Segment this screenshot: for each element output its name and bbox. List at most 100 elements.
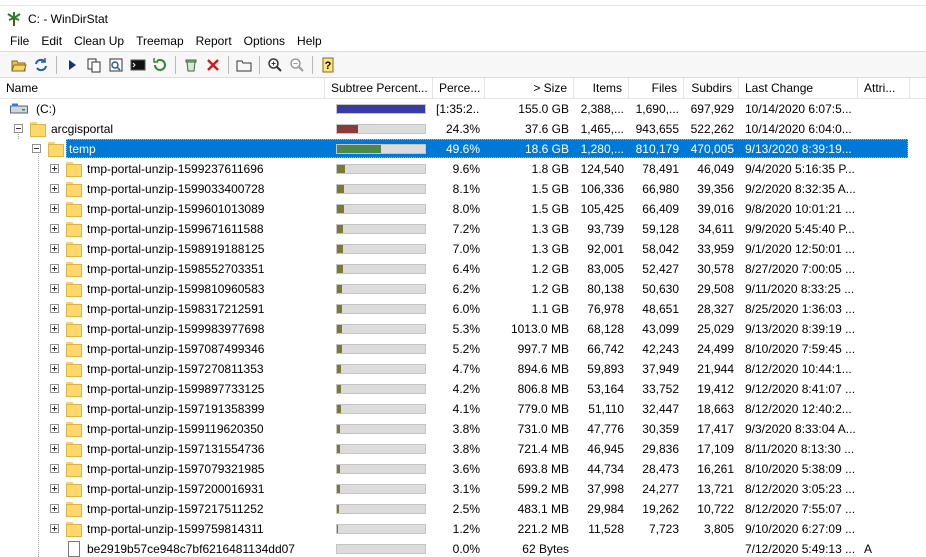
last-change-cell: 9/11/2020 8:33:25 ...: [745, 282, 855, 296]
zoom-out-icon[interactable]: [286, 54, 308, 76]
expand-icon[interactable]: [50, 344, 59, 353]
expand-icon[interactable]: [50, 264, 59, 273]
last-change-cell: 8/10/2020 7:59:45 ...: [745, 342, 855, 356]
table-row[interactable]: tmp-portal-unzip-1597079321985 3.6% 693.8 …: [0, 459, 926, 479]
last-change-cell: 9/13/2020 8:39:19...: [745, 142, 852, 156]
column-last-change-header[interactable]: Last Change: [739, 78, 858, 99]
menu-options[interactable]: Options: [238, 31, 291, 51]
menu-report[interactable]: Report: [190, 31, 238, 51]
percent-cell: 24.3%: [445, 122, 480, 136]
delete-icon[interactable]: [202, 54, 224, 76]
column-subtree-header[interactable]: Subtree Percent...: [325, 78, 433, 99]
subtree-percent-fill: [337, 145, 381, 153]
table-row[interactable]: tmp-portal-unzip-1598552703351 6.4% 1.2 GB…: [0, 259, 926, 279]
table-row[interactable]: be2919b57ce948c7bf6216481134dd07 0.0% 62 B…: [0, 539, 926, 557]
command-prompt-icon[interactable]: [127, 54, 149, 76]
table-row[interactable]: temp 49.6% 18.6 GB 1,280,... 810,179 470,005 9…: [0, 139, 926, 159]
folder-icon: [66, 381, 82, 397]
expand-icon[interactable]: [50, 444, 59, 453]
toolbar: ?: [0, 51, 926, 78]
item-name: tmp-portal-unzip-1599033400728: [87, 182, 265, 196]
explorer-icon[interactable]: [105, 54, 127, 76]
size-cell: 1.5 GB: [531, 202, 569, 216]
menu-edit[interactable]: Edit: [35, 31, 68, 51]
table-row[interactable]: tmp-portal-unzip-1599759814311 1.2% 221.2 …: [0, 519, 926, 539]
column-files-header[interactable]: Files: [629, 78, 684, 99]
table-row[interactable]: tmp-portal-unzip-1599983977698 5.3% 1013.0…: [0, 319, 926, 339]
table-row[interactable]: tmp-portal-unzip-1599897733125 4.2% 806.8 …: [0, 379, 926, 399]
column-attributes-header[interactable]: Attri...: [858, 78, 910, 99]
expand-icon[interactable]: [50, 484, 59, 493]
folder-icon: [66, 161, 82, 177]
menu-clean-up[interactable]: Clean Up: [68, 31, 130, 51]
percent-cell: 9.6%: [452, 162, 480, 176]
folder-icon: [48, 141, 64, 157]
column-percent-header[interactable]: Perce...: [433, 78, 485, 99]
expand-icon[interactable]: [50, 384, 59, 393]
help-icon[interactable]: ?: [317, 54, 339, 76]
table-row[interactable]: tmp-portal-unzip-1599119620350 3.8% 731.0 …: [0, 419, 926, 439]
refresh-icon[interactable]: [30, 54, 52, 76]
window-title: C: - WinDirStat: [28, 11, 109, 26]
collapse-icon[interactable]: [14, 124, 23, 133]
expand-icon[interactable]: [50, 424, 59, 433]
table-row[interactable]: tmp-portal-unzip-1599671611588 7.2% 1.3 GB…: [0, 219, 926, 239]
items-cell: 83,005: [587, 262, 624, 276]
table-row[interactable]: tmp-portal-unzip-1599601013089 8.0% 1.5 GB…: [0, 199, 926, 219]
expand-icon[interactable]: [50, 524, 59, 533]
run-icon[interactable]: [61, 54, 83, 76]
zoom-in-icon[interactable]: [264, 54, 286, 76]
table-row[interactable]: tmp-portal-unzip-1598919188125 7.0% 1.3 GB…: [0, 239, 926, 259]
table-row[interactable]: tmp-portal-unzip-1597270811353 4.7% 894.6 …: [0, 359, 926, 379]
menu-treemap[interactable]: Treemap: [130, 31, 190, 51]
expand-icon[interactable]: [50, 464, 59, 473]
expand-icon[interactable]: [50, 204, 59, 213]
table-row[interactable]: (C:) [1:35:2... 155.0 GB 2,388,... 1,690,...…: [0, 99, 926, 119]
expand-icon[interactable]: [50, 324, 59, 333]
expand-icon[interactable]: [50, 184, 59, 193]
table-row[interactable]: tmp-portal-unzip-1597131554736 3.8% 721.4 …: [0, 439, 926, 459]
percent-cell: 7.0%: [452, 242, 480, 256]
open-folder-icon[interactable]: [8, 54, 30, 76]
table-row[interactable]: tmp-portal-unzip-1599810960583 6.2% 1.2 GB…: [0, 279, 926, 299]
properties-icon[interactable]: [233, 54, 255, 76]
menu-help[interactable]: Help: [291, 31, 328, 51]
table-row[interactable]: tmp-portal-unzip-1597200016931 3.1% 599.2 …: [0, 479, 926, 499]
copy-icon[interactable]: [83, 54, 105, 76]
subtree-percent-fill: [337, 185, 344, 193]
items-cell: 93,739: [587, 222, 624, 236]
expand-icon[interactable]: [50, 224, 59, 233]
subtree-percent-fill: [337, 325, 342, 333]
expand-icon[interactable]: [50, 304, 59, 313]
column-items-header[interactable]: Items: [574, 78, 629, 99]
column-name-header[interactable]: Name: [0, 78, 325, 99]
subtree-percent-fill: [337, 105, 425, 113]
expand-icon[interactable]: [50, 364, 59, 373]
attributes-cell: [864, 279, 904, 299]
collapse-icon[interactable]: [32, 144, 41, 153]
attributes-cell: [864, 339, 904, 359]
file-tree-list[interactable]: (C:) [1:35:2... 155.0 GB 2,388,... 1,690,...…: [0, 99, 926, 557]
item-name: tmp-portal-unzip-1598919188125: [87, 242, 265, 256]
table-row[interactable]: tmp-portal-unzip-1599033400728 8.1% 1.5 GB…: [0, 179, 926, 199]
column-size-header[interactable]: > Size: [485, 78, 574, 99]
table-row[interactable]: arcgisportal 24.3% 37.6 GB 1,465,... 943,655…: [0, 119, 926, 139]
table-row[interactable]: tmp-portal-unzip-1599237611696 9.6% 1.8 GB…: [0, 159, 926, 179]
menu-file[interactable]: File: [0, 31, 35, 51]
expand-icon[interactable]: [50, 164, 59, 173]
recycle-bin-icon[interactable]: [180, 54, 202, 76]
refresh-all-icon[interactable]: [149, 54, 171, 76]
table-row[interactable]: tmp-portal-unzip-1597217511252 2.5% 483.1 …: [0, 499, 926, 519]
expand-icon[interactable]: [50, 284, 59, 293]
subtree-percent-bar: [336, 184, 426, 194]
subdirs-cell: 34,611: [698, 222, 734, 236]
expand-icon[interactable]: [50, 504, 59, 513]
table-row[interactable]: tmp-portal-unzip-1597087499346 5.2% 997.7 …: [0, 339, 926, 359]
table-row[interactable]: tmp-portal-unzip-1598317212591 6.0% 1.1 GB…: [0, 299, 926, 319]
column-subdirs-header[interactable]: Subdirs: [684, 78, 739, 99]
expand-icon[interactable]: [50, 244, 59, 253]
expand-icon[interactable]: [50, 404, 59, 413]
subtree-percent-bar: [336, 344, 426, 354]
table-row[interactable]: tmp-portal-unzip-1597191358399 4.1% 779.0 …: [0, 399, 926, 419]
items-cell: 66,742: [587, 342, 624, 356]
